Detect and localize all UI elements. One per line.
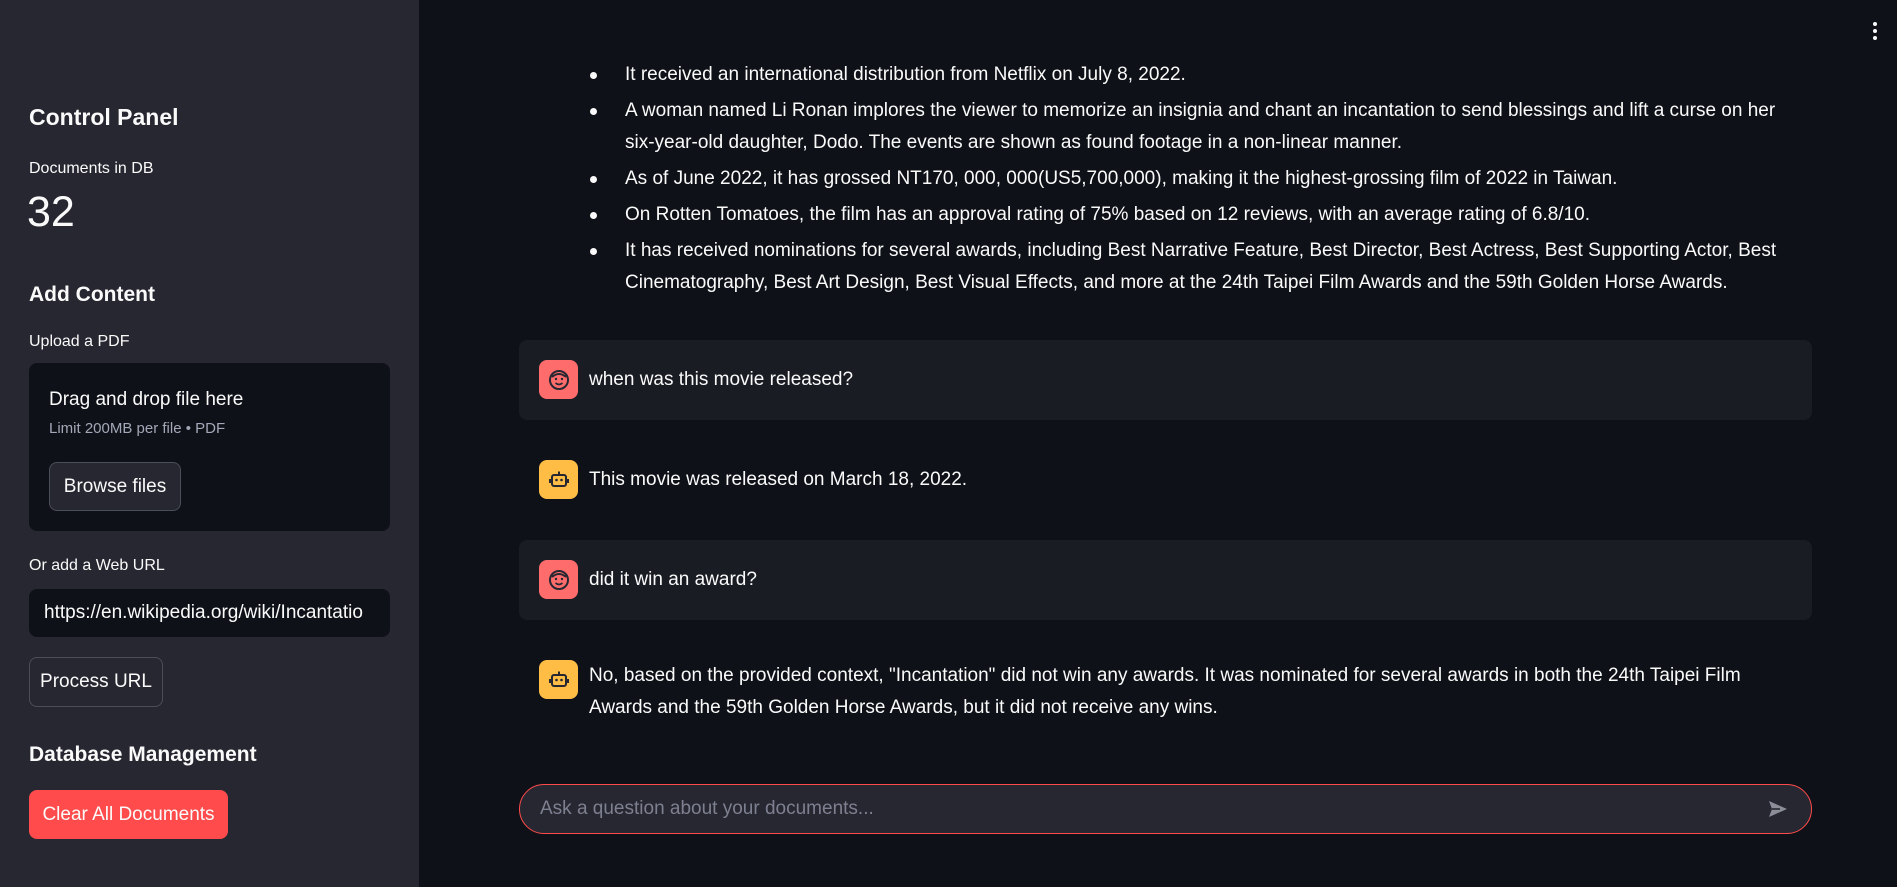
robot-icon xyxy=(539,460,578,499)
browse-files-button[interactable]: Browse files xyxy=(49,462,181,511)
sidebar-title: Control Panel xyxy=(29,104,179,130)
chat-input-container xyxy=(519,784,1812,834)
sidebar: Control Panel Documents in DB 32 Add Con… xyxy=(0,0,419,887)
database-management-heading: Database Management xyxy=(29,743,257,766)
clear-all-documents-button[interactable]: Clear All Documents xyxy=(29,790,228,839)
message-text: This movie was released on March 18, 202… xyxy=(589,469,968,490)
user-face-icon xyxy=(539,560,578,599)
message-text: when was this movie released? xyxy=(589,369,854,390)
chat-message-assistant: No, based on the provided context, "Inca… xyxy=(519,640,1812,740)
documents-metric-label: Documents in DB xyxy=(29,160,154,177)
list-item: On Rotten Tomatoes, the film has an appr… xyxy=(590,199,1800,231)
user-face-icon xyxy=(539,360,578,399)
main-menu-icon[interactable] xyxy=(1873,22,1877,40)
list-item: As of June 2022, it has grossed NT170, 0… xyxy=(590,163,1800,195)
file-dropzone[interactable]: Drag and drop file here Limit 200MB per … xyxy=(29,363,390,531)
chat-message-assistant: This movie was released on March 18, 202… xyxy=(519,440,1812,520)
chat-message-user: when was this movie released? xyxy=(519,340,1812,420)
message-text: did it win an award? xyxy=(589,569,757,590)
answer-bullet-list: It received an international distributio… xyxy=(590,59,1800,303)
upload-pdf-label: Upload a PDF xyxy=(29,333,130,350)
list-item: It has received nominations for several … xyxy=(590,235,1800,299)
documents-metric-value: 32 xyxy=(27,188,75,236)
add-content-heading: Add Content xyxy=(29,283,155,306)
list-item: It received an international distributio… xyxy=(590,59,1800,91)
process-url-button[interactable]: Process URL xyxy=(29,657,163,707)
send-icon[interactable] xyxy=(1765,796,1791,822)
list-item: A woman named Li Ronan implores the view… xyxy=(590,95,1800,159)
web-url-label: Or add a Web URL xyxy=(29,557,165,574)
web-url-input[interactable]: https://en.wikipedia.org/wiki/Incantatio xyxy=(29,589,390,637)
robot-icon xyxy=(539,660,578,699)
chat-input[interactable] xyxy=(540,798,1765,820)
dropzone-title: Drag and drop file here xyxy=(49,389,244,410)
chat-message-user: did it win an award? xyxy=(519,540,1812,620)
dropzone-subtitle: Limit 200MB per file • PDF xyxy=(49,420,226,437)
message-text: No, based on the provided context, "Inca… xyxy=(589,665,1741,718)
